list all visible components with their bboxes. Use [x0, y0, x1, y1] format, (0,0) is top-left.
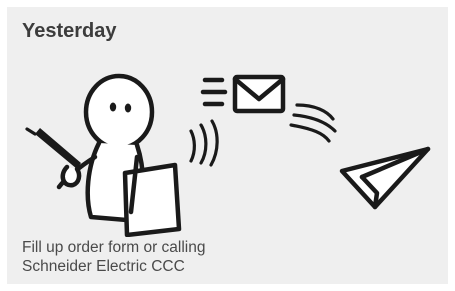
envelope-icon — [200, 74, 337, 143]
caption-line-1: Fill up order form or calling — [22, 239, 206, 256]
card-caption: Fill up order form or calling Schneider … — [22, 238, 205, 276]
yesterday-card: Yesterday Fill up order form or calling … — [7, 7, 448, 284]
illustration — [25, 73, 431, 237]
paper-plane-icon — [339, 146, 431, 210]
person-writing-icon — [25, 73, 219, 237]
caption-line-2: Schneider Electric CCC — [22, 258, 185, 275]
